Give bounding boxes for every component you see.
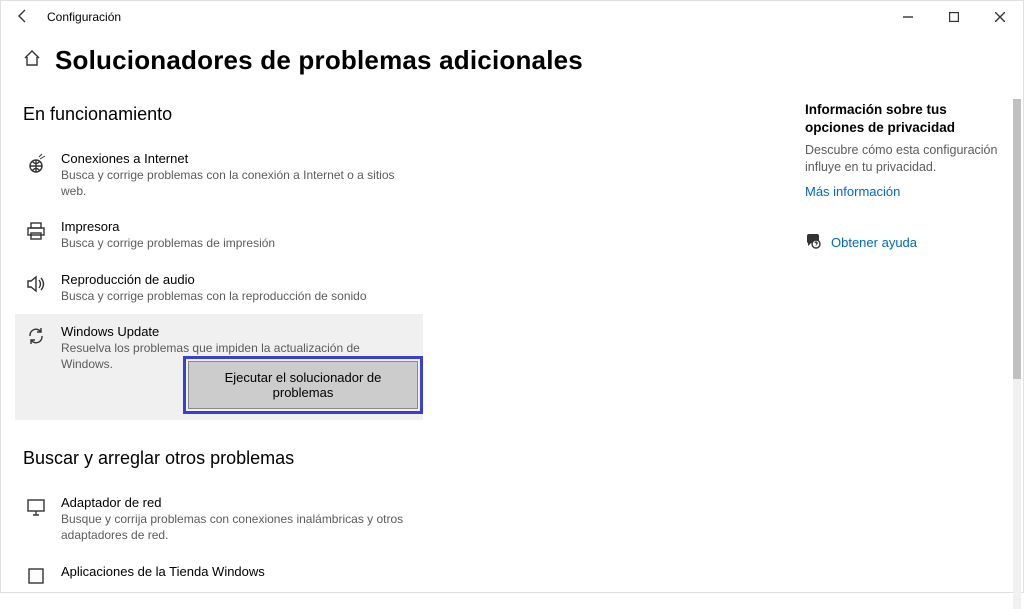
minimize-button[interactable] (885, 1, 931, 33)
troubleshooter-list-running: Conexiones a Internet Busca y corrige pr… (23, 141, 423, 420)
troubleshooter-title: Impresora (61, 219, 413, 234)
troubleshooter-title: Aplicaciones de la Tienda Windows (61, 564, 413, 579)
troubleshooter-title: Reproducción de audio (61, 272, 413, 287)
troubleshooter-windows-update[interactable]: Windows Update Resuelva los problemas qu… (15, 314, 423, 420)
troubleshooter-desc: Busque y corrija problemas con conexione… (61, 511, 413, 543)
run-troubleshooter-button[interactable]: Ejecutar el solucionador de problemas (188, 361, 418, 409)
page-header: Solucionadores de problemas adicionales (23, 45, 791, 76)
close-button[interactable] (977, 1, 1023, 33)
run-button-highlight: Ejecutar el solucionador de problemas (183, 356, 423, 414)
home-icon[interactable] (23, 49, 41, 72)
troubleshooter-audio[interactable]: Reproducción de audio Busca y corrige pr… (23, 262, 423, 314)
scrollbar-thumb[interactable] (1013, 99, 1021, 379)
printer-icon (26, 221, 46, 246)
globe-icon (26, 153, 46, 178)
troubleshooter-internet[interactable]: Conexiones a Internet Busca y corrige pr… (23, 141, 423, 209)
section-heading-running: En funcionamiento (23, 104, 791, 125)
info-sidebar: Información sobre tus opciones de privac… (805, 101, 1005, 252)
main-panel: Solucionadores de problemas adicionales … (1, 33, 791, 594)
troubleshooter-title: Windows Update (61, 324, 413, 339)
refresh-icon (26, 326, 46, 351)
get-help-link[interactable]: Obtener ayuda (831, 235, 917, 250)
sidebar-heading: Información sobre tus opciones de privac… (805, 101, 1005, 136)
troubleshooter-desc: Busca y corrige problemas con la reprodu… (61, 288, 413, 304)
troubleshooter-desc: Busca y corrige problemas de impresión (61, 235, 413, 251)
app-icon (26, 566, 46, 591)
titlebar-left: Configuración (15, 8, 121, 27)
speaker-icon (26, 274, 46, 299)
troubleshooter-printer[interactable]: Impresora Busca y corrige problemas de i… (23, 209, 423, 261)
troubleshooter-store-apps[interactable]: Aplicaciones de la Tienda Windows (23, 554, 423, 591)
section-heading-other: Buscar y arreglar otros problemas (23, 448, 791, 469)
troubleshooter-list-other: Adaptador de red Busque y corrija proble… (23, 485, 423, 590)
window-title: Configuración (47, 10, 121, 24)
troubleshooter-title: Adaptador de red (61, 495, 413, 510)
troubleshooter-desc: Busca y corrige problemas con la conexió… (61, 167, 413, 199)
maximize-button[interactable] (931, 1, 977, 33)
content: Solucionadores de problemas adicionales … (1, 33, 1023, 594)
troubleshooter-network-adapter[interactable]: Adaptador de red Busque y corrija proble… (23, 485, 423, 553)
scrollbar[interactable] (1013, 99, 1021, 609)
sidebar-desc: Descubre cómo esta configuración influye… (805, 142, 1005, 176)
window-controls (885, 1, 1023, 33)
chat-icon (805, 233, 821, 252)
troubleshooter-title: Conexiones a Internet (61, 151, 413, 166)
help-row: Obtener ayuda (805, 233, 1005, 252)
monitor-icon (26, 497, 46, 522)
more-info-link[interactable]: Más información (805, 184, 1005, 199)
page-title: Solucionadores de problemas adicionales (55, 45, 583, 76)
back-arrow-icon[interactable] (15, 8, 31, 27)
titlebar: Configuración (1, 1, 1023, 33)
